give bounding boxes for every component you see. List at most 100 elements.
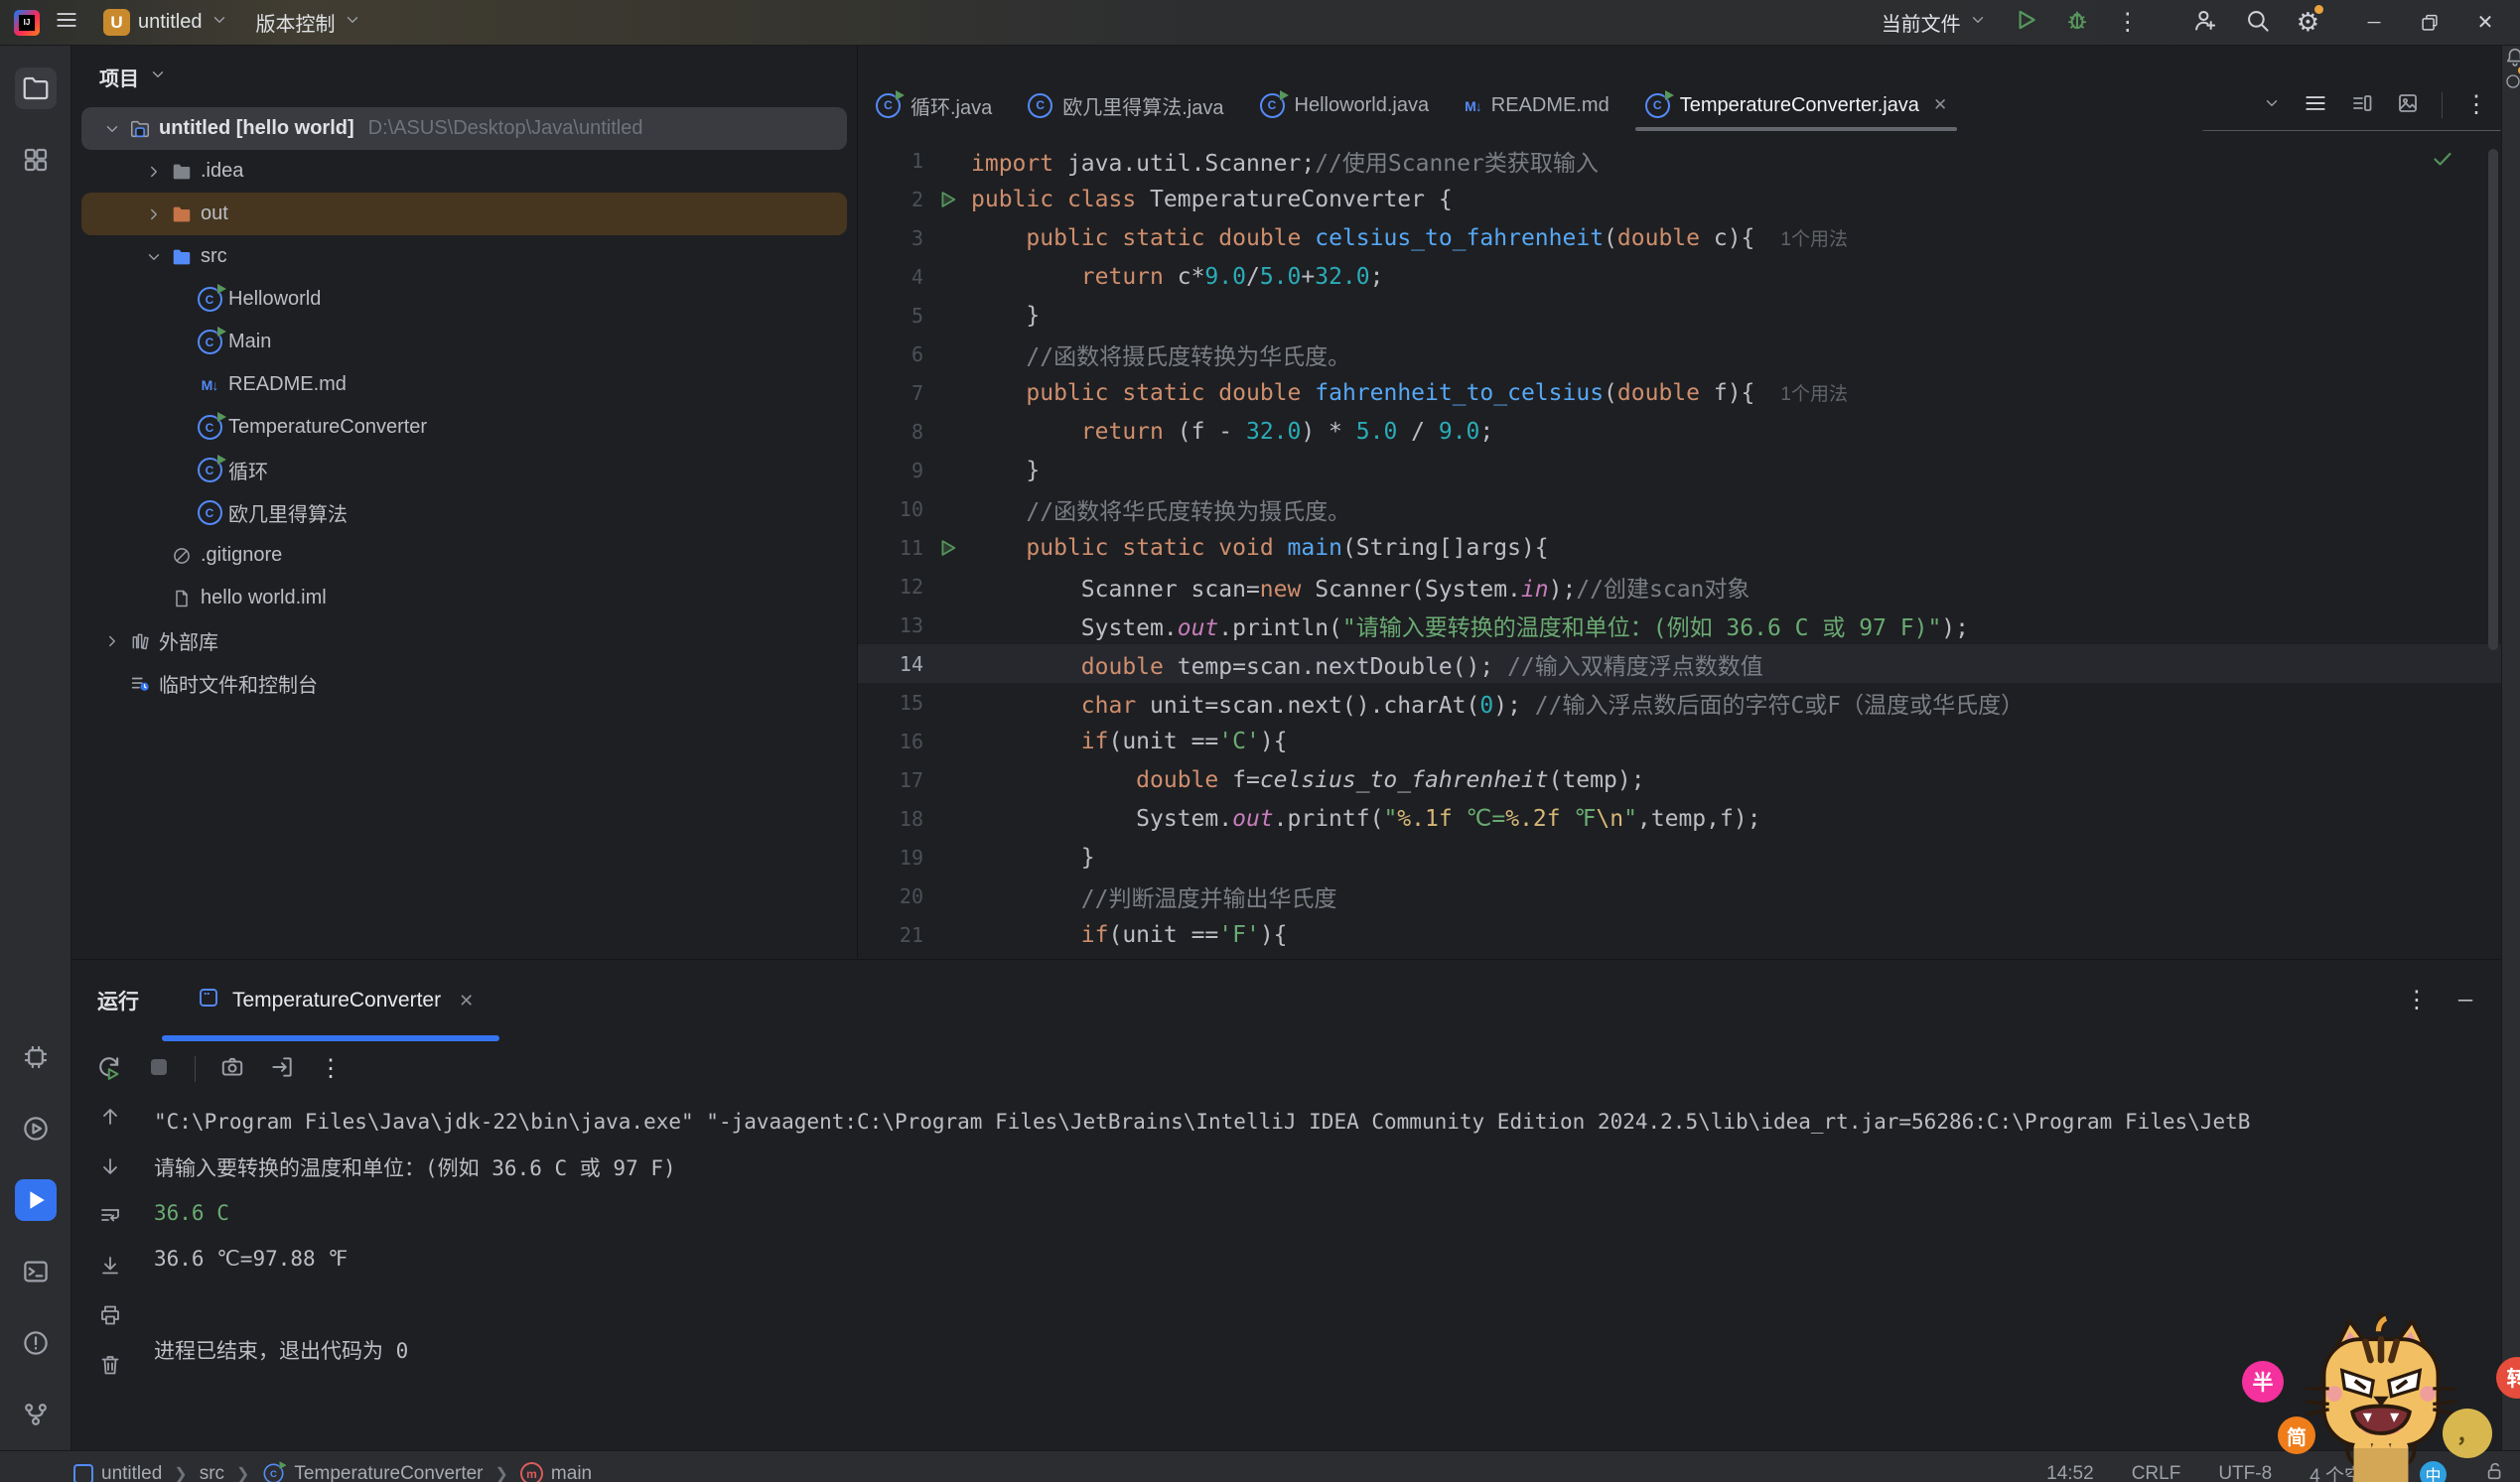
code-line-7[interactable]: 7 public static double fahrenheit_to_cel… bbox=[858, 373, 2502, 412]
tree-item-循环[interactable]: C循环 bbox=[81, 449, 847, 491]
tool-window-button-version-control[interactable] bbox=[15, 1394, 57, 1435]
close-run-tab-icon[interactable]: ✕ bbox=[459, 991, 474, 1011]
code-line-4[interactable]: 4 return c*9.0/5.0+32.0; bbox=[858, 257, 2502, 296]
rerun-button[interactable] bbox=[95, 1053, 123, 1086]
ime-indicator[interactable]: 中 bbox=[2420, 1461, 2447, 1482]
close-tab-icon[interactable]: ✕ bbox=[1933, 95, 1947, 115]
chevron-right-icon[interactable] bbox=[141, 163, 167, 181]
notifications-bell-icon[interactable] bbox=[2504, 55, 2520, 71]
code-line-1[interactable]: 1import java.util.Scanner;//使用Scanner类获取… bbox=[858, 141, 2502, 180]
debug-button[interactable] bbox=[2064, 7, 2090, 38]
tool-window-button-project[interactable] bbox=[15, 67, 57, 109]
trash-console-icon[interactable] bbox=[98, 1353, 122, 1382]
line-ending[interactable]: CRLF bbox=[2132, 1463, 2181, 1482]
editor-tab-循环.java[interactable]: C循环.java bbox=[858, 79, 1010, 131]
caret-position[interactable]: 14:52 bbox=[2046, 1463, 2094, 1482]
tree-item-out[interactable]: out bbox=[81, 193, 847, 235]
editor-scrollbar-thumb[interactable] bbox=[2488, 149, 2498, 650]
indent-setting[interactable]: 4 个空格 bbox=[2310, 1461, 2382, 1482]
run-line-gutter-icon[interactable] bbox=[923, 189, 971, 210]
inspection-ok-icon[interactable] bbox=[2431, 147, 2454, 176]
run-config-selector[interactable]: 当前文件 bbox=[1882, 8, 1987, 37]
search-icon[interactable] bbox=[2244, 7, 2271, 39]
tree-item-README.md[interactable]: M↓README.md bbox=[81, 363, 847, 406]
printer-console-icon[interactable] bbox=[98, 1303, 122, 1332]
run-tab[interactable]: TemperatureConverter ✕ bbox=[197, 986, 474, 1015]
code-line-17[interactable]: 17 double f=celsius_to_fahrenheit(temp); bbox=[858, 760, 2502, 799]
project-widget[interactable]: U untitled bbox=[103, 9, 228, 36]
editor-tab-TemperatureConverter.java[interactable]: CTemperatureConverter.java✕ bbox=[1627, 79, 1965, 131]
up-console-icon[interactable] bbox=[98, 1105, 122, 1134]
jump-to-console-button[interactable] bbox=[269, 1054, 295, 1085]
hide-run-panel-icon[interactable]: ─ bbox=[2458, 991, 2472, 1010]
tool-window-button-problems[interactable] bbox=[15, 1322, 57, 1364]
code-line-14[interactable]: 14 double temp=scan.nextDouble(); //输入双精… bbox=[858, 644, 2502, 683]
toolbar-more-icon[interactable]: ⋮ bbox=[319, 1057, 343, 1081]
tool-window-button-more-tools[interactable] bbox=[15, 210, 57, 252]
chevron-right-icon[interactable] bbox=[99, 632, 125, 650]
code-line-10[interactable]: 10 //函数将华氏度转换为摄氏度。 bbox=[858, 489, 2502, 528]
code-line-9[interactable]: 9 } bbox=[858, 451, 2502, 489]
code-line-15[interactable]: 15 char unit=scan.next().charAt(0); //输入… bbox=[858, 683, 2502, 722]
chevron-down-icon[interactable] bbox=[141, 248, 167, 266]
tree-item-Main[interactable]: CMain bbox=[81, 321, 847, 363]
breadcrumb-untitled[interactable]: untitled bbox=[73, 1463, 162, 1482]
tree-item-临时文件和控制台[interactable]: 临时文件和控制台 bbox=[81, 662, 847, 705]
tree-item-.gitignore[interactable]: .gitignore bbox=[81, 534, 847, 577]
softwrap-console-icon[interactable] bbox=[98, 1204, 122, 1233]
scrollend-console-icon[interactable] bbox=[98, 1254, 122, 1282]
add-user-icon[interactable] bbox=[2191, 7, 2218, 39]
code-line-8[interactable]: 8 return (f - 32.0) * 5.0 / 9.0; bbox=[858, 412, 2502, 451]
code-editor[interactable]: 1import java.util.Scanner;//使用Scanner类获取… bbox=[858, 131, 2502, 958]
chevron-down-icon[interactable] bbox=[149, 66, 167, 88]
split-editor-icon[interactable] bbox=[2350, 91, 2374, 120]
main-menu-icon[interactable] bbox=[54, 7, 79, 38]
tool-window-button-run[interactable] bbox=[15, 1179, 57, 1221]
tree-item-TemperatureConverter[interactable]: CTemperatureConverter bbox=[81, 406, 847, 449]
code-line-12[interactable]: 12 Scanner scan=new Scanner(System.in);/… bbox=[858, 567, 2502, 606]
tab-list-icon[interactable] bbox=[2303, 90, 2328, 121]
vcs-widget[interactable]: 版本控制 bbox=[256, 8, 361, 37]
stop-button[interactable] bbox=[147, 1055, 171, 1084]
code-line-2[interactable]: 2public class TemperatureConverter { bbox=[858, 180, 2502, 218]
editor-tab-Helloworld.java[interactable]: CHelloworld.java bbox=[1242, 79, 1448, 131]
screenshot-button[interactable] bbox=[219, 1054, 245, 1085]
settings-gear-icon[interactable]: ⚙ bbox=[2297, 9, 2319, 36]
chevron-right-icon[interactable] bbox=[141, 205, 167, 223]
more-actions-icon[interactable]: ⋮ bbox=[2116, 11, 2140, 35]
tree-item-hello-world.iml[interactable]: hello world.iml bbox=[81, 577, 847, 619]
tool-window-button-terminal[interactable] bbox=[15, 1251, 57, 1292]
run-line-gutter-icon[interactable] bbox=[923, 537, 971, 559]
close-button[interactable]: ✕ bbox=[2470, 10, 2500, 35]
tool-window-button-profiler[interactable] bbox=[15, 1036, 57, 1078]
minimize-button[interactable]: ─ bbox=[2359, 12, 2389, 33]
code-line-20[interactable]: 20 //判断温度并输出华氏度 bbox=[858, 876, 2502, 915]
code-line-21[interactable]: 21 if(unit =='F'){ bbox=[858, 915, 2502, 954]
usage-inlay-hint[interactable]: 1个用法 bbox=[1780, 224, 1848, 251]
run-panel-more-icon[interactable]: ⋮ bbox=[2405, 989, 2429, 1012]
code-line-13[interactable]: 13 System.out.println("请输入要转换的温度和单位：(例如 … bbox=[858, 606, 2502, 644]
run-button[interactable] bbox=[2013, 7, 2038, 38]
code-line-5[interactable]: 5 } bbox=[858, 296, 2502, 335]
breadcrumb-TemperatureConverter[interactable]: CTemperatureConverter bbox=[261, 1461, 483, 1482]
console-output[interactable]: "C:\Program Files\Java\jdk-22\bin\java.e… bbox=[154, 1099, 2502, 1451]
code-line-6[interactable]: 6 //函数将摄氏度转换为华氏度。 bbox=[858, 335, 2502, 373]
tree-item-欧几里得算法[interactable]: C欧几里得算法 bbox=[81, 491, 847, 534]
usage-inlay-hint[interactable]: 1个用法 bbox=[1780, 379, 1848, 406]
lock-icon[interactable] bbox=[2484, 1460, 2506, 1482]
code-line-16[interactable]: 16 if(unit =='C'){ bbox=[858, 722, 2502, 760]
editor-more-icon[interactable]: ⋮ bbox=[2464, 93, 2488, 117]
tree-item-外部库[interactable]: 外部库 bbox=[81, 619, 847, 662]
editor-tab-README.md[interactable]: M↓README.md bbox=[1447, 79, 1627, 131]
code-line-18[interactable]: 18 System.out.printf("%.1f ℃=%.2f ℉\n",t… bbox=[858, 799, 2502, 838]
breadcrumb-main[interactable]: mmain bbox=[520, 1462, 592, 1482]
code-line-11[interactable]: 11 public static void main(String[]args)… bbox=[858, 528, 2502, 567]
tool-window-button-structure[interactable] bbox=[15, 139, 57, 181]
ai-assistant-icon[interactable] bbox=[2504, 77, 2520, 94]
preview-image-icon[interactable] bbox=[2396, 91, 2420, 120]
file-encoding[interactable]: UTF-8 bbox=[2218, 1463, 2272, 1482]
restore-button[interactable] bbox=[2415, 12, 2445, 34]
down-console-icon[interactable] bbox=[98, 1154, 122, 1183]
chevron-down-icon[interactable] bbox=[99, 120, 125, 138]
editor-tab-欧几里得算法.java[interactable]: C欧几里得算法.java bbox=[1010, 79, 1241, 131]
